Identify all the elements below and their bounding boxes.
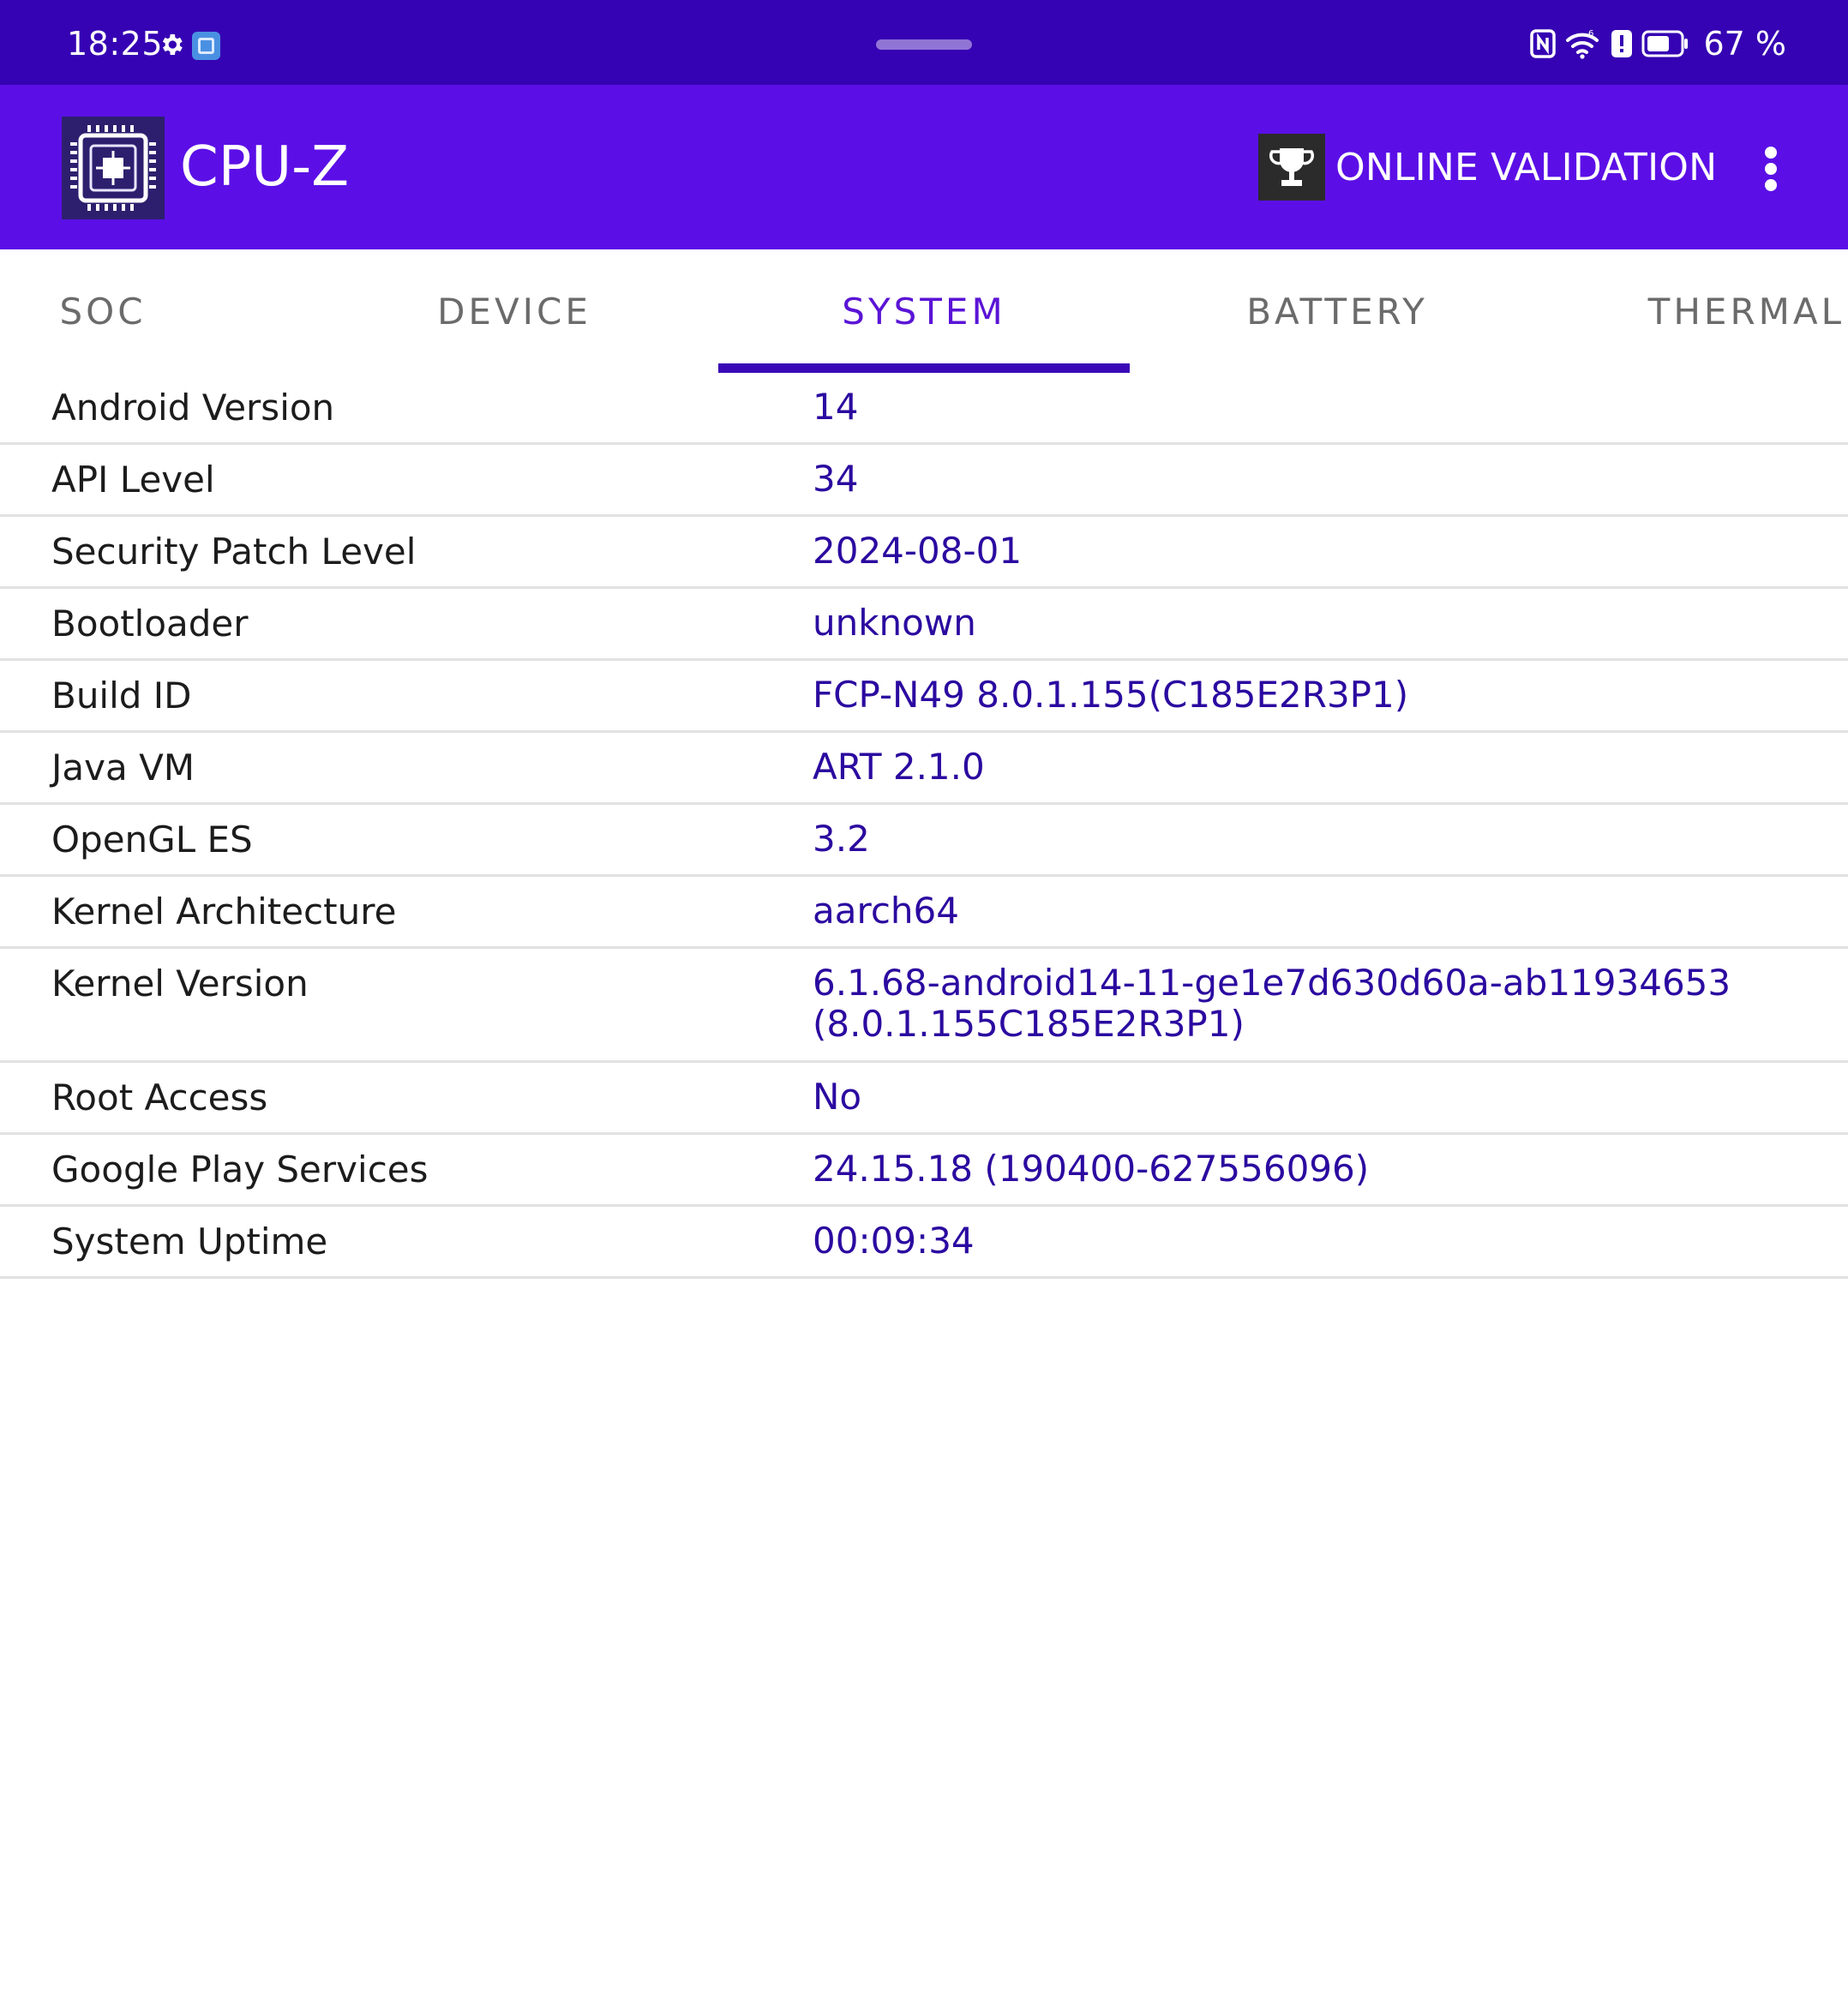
online-validation-button[interactable]: ONLINE VALIDATION: [1258, 133, 1717, 201]
row-value: aarch64: [813, 890, 959, 932]
row-value: 00:09:34: [813, 1220, 975, 1262]
alert-icon: [1611, 30, 1633, 57]
row-label: Build ID: [51, 675, 192, 717]
row-label: Kernel Version: [51, 963, 309, 1004]
online-validation-label: ONLINE VALIDATION: [1335, 145, 1718, 189]
row-system-uptime: System Uptime 00:09:34: [0, 1207, 1848, 1279]
wifi-icon: 6: [1566, 29, 1599, 59]
row-java-vm: Java VM ART 2.1.0: [0, 733, 1848, 805]
tab-bar: SOC DEVICE SYSTEM BATTERY THERMAL: [0, 249, 1848, 373]
row-value: No: [813, 1076, 862, 1118]
row-android-version: Android Version 14: [0, 373, 1848, 445]
row-root-access: Root Access No: [0, 1063, 1848, 1135]
svg-text:6: 6: [1588, 29, 1593, 39]
row-value: 14: [813, 386, 859, 428]
row-security-patch-level: Security Patch Level 2024-08-01: [0, 517, 1848, 589]
row-opengl-es: OpenGL ES 3.2: [0, 805, 1848, 877]
active-tab-indicator: [718, 363, 1130, 373]
row-label: Android Version: [51, 387, 335, 429]
row-kernel-architecture: Kernel Architecture aarch64: [0, 877, 1848, 949]
row-label: API Level: [51, 459, 215, 501]
window-drag-handle[interactable]: [876, 39, 972, 50]
row-bootloader: Bootloader unknown: [0, 589, 1848, 661]
trophy-icon: [1258, 134, 1325, 201]
row-api-level: API Level 34: [0, 445, 1848, 517]
tab-system[interactable]: SYSTEM: [718, 249, 1130, 373]
row-value: 24.15.18 (190400-627556096): [813, 1148, 1370, 1190]
cpu-chip-logo-icon: [62, 117, 165, 219]
gear-icon: [162, 34, 183, 55]
status-bar: 18:25 6 67 %: [0, 0, 1848, 85]
system-info-list: Android Version 14 API Level 34 Security…: [0, 373, 1848, 1279]
row-label: System Uptime: [51, 1220, 328, 1262]
tab-battery[interactable]: BATTERY: [1200, 249, 1474, 373]
more-options-icon[interactable]: [1752, 138, 1790, 196]
row-google-play-services: Google Play Services 24.15.18 (190400-62…: [0, 1135, 1848, 1207]
app-title: CPU-Z: [180, 135, 350, 199]
notification-app-icon: [192, 32, 220, 60]
row-value: 6.1.68-android14-11-ge1e7d630d60a-ab1193…: [813, 962, 1731, 1045]
tab-device[interactable]: DEVICE: [377, 249, 651, 373]
status-icons: 6 67 %: [1530, 24, 1786, 63]
row-label: Root Access: [51, 1076, 268, 1118]
tab-soc[interactable]: SOC: [0, 249, 206, 373]
row-label: Bootloader: [51, 603, 249, 645]
row-label: OpenGL ES: [51, 819, 253, 861]
battery-icon: [1641, 30, 1689, 57]
row-value: 34: [813, 458, 859, 500]
tab-thermal[interactable]: THERMAL: [1611, 249, 1848, 373]
row-label: Kernel Architecture: [51, 891, 397, 933]
battery-percentage: 67 %: [1703, 25, 1786, 63]
row-value: 3.2: [813, 818, 870, 860]
row-value: unknown: [813, 602, 976, 644]
row-label: Google Play Services: [51, 1148, 429, 1190]
row-build-id: Build ID FCP-N49 8.0.1.155(C185E2R3P1): [0, 661, 1848, 733]
row-value: 2024-08-01: [813, 530, 1023, 572]
status-time: 18:25: [67, 25, 164, 63]
row-value: FCP-N49 8.0.1.155(C185E2R3P1): [813, 674, 1409, 716]
row-label: Security Patch Level: [51, 531, 417, 573]
row-kernel-version: Kernel Version 6.1.68-android14-11-ge1e7…: [0, 949, 1848, 1063]
nfc-icon: [1530, 29, 1557, 58]
app-bar: CPU-Z ONLINE VALIDATION: [0, 85, 1848, 249]
row-label: Java VM: [51, 747, 195, 789]
row-value: ART 2.1.0: [813, 746, 985, 788]
